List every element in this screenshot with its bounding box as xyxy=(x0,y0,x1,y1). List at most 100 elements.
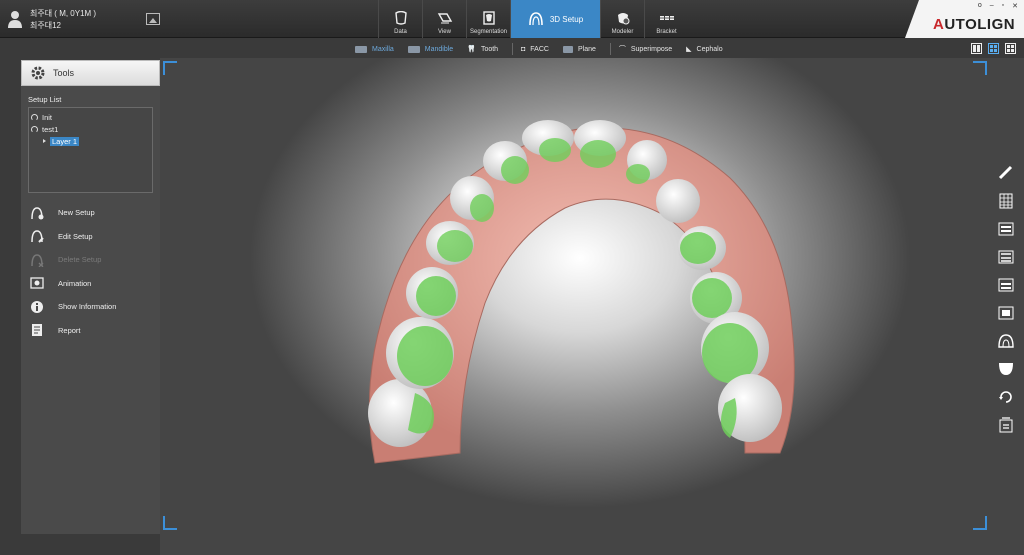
toggle-mandible[interactable]: Mandible xyxy=(407,45,454,53)
edit-setup-label: Edit Setup xyxy=(58,231,93,241)
maxilla-icon xyxy=(355,45,367,53)
tools-title: Tools xyxy=(53,68,75,78)
help-button[interactable]: o xyxy=(978,2,982,10)
setup-list-item-layer1[interactable]: Layer 1 xyxy=(31,135,150,147)
setup-list-label: test1 xyxy=(42,124,59,134)
bottom-view-icon[interactable] xyxy=(997,277,1015,293)
viewport-corner-br xyxy=(973,516,987,530)
toggle-cephalo-label: Cephalo xyxy=(696,45,723,53)
dental-arch-model[interactable] xyxy=(160,58,1024,555)
top-bar: 최주대 ( M, 0Y1M ) 최주대12 Data View Segmenta… xyxy=(0,0,1024,38)
minimize-button[interactable]: – xyxy=(990,2,994,10)
tools-menu: New Setup Edit Setup Delete Setup Animat… xyxy=(21,201,160,342)
data-icon xyxy=(394,11,407,25)
export-icon[interactable] xyxy=(997,417,1015,433)
tools-panel: Tools Setup List Init test1 Layer 1 New … xyxy=(21,60,160,534)
delete-setup-icon xyxy=(30,253,44,267)
setup-list: Init test1 Layer 1 xyxy=(28,107,153,193)
toggle-maxilla[interactable]: Maxilla xyxy=(355,45,394,53)
show-information-button[interactable]: Show Information xyxy=(21,295,160,319)
toggle-maxilla-label: Maxilla xyxy=(372,45,394,53)
plane-icon xyxy=(562,45,573,53)
view-toolbar: Maxilla Mandible 🦷 Tooth ◘ FACC Plane ⌒ Sup… xyxy=(355,42,737,56)
tab-data[interactable]: Data xyxy=(378,0,422,38)
tab-segmentation[interactable]: Segmentation xyxy=(466,0,510,38)
superimpose-icon: ⌒ xyxy=(618,46,626,53)
show-information-label: Show Information xyxy=(58,302,117,312)
top-view-icon[interactable] xyxy=(997,249,1015,265)
report-button[interactable]: Report xyxy=(21,319,160,343)
3d-viewport[interactable] xyxy=(160,58,1024,555)
patient-avatar-icon xyxy=(8,11,22,28)
segmentation-icon xyxy=(482,11,495,25)
split-view-icon[interactable] xyxy=(971,43,982,54)
toggle-cephalo[interactable]: ◣ Cephalo xyxy=(686,45,723,54)
right-toolbar xyxy=(997,165,1015,433)
setup-list-label: Layer 1 xyxy=(50,136,80,146)
tab-3d-setup[interactable]: 3D Setup xyxy=(510,0,600,38)
new-setup-icon xyxy=(30,206,44,220)
tab-modeler-label: Modeler xyxy=(611,29,634,35)
gear-icon xyxy=(31,66,45,80)
expand-arrow-icon xyxy=(43,139,46,143)
modeler-icon xyxy=(617,13,629,25)
side-view-icon[interactable] xyxy=(997,305,1015,321)
tab-3d-setup-label: 3D Setup xyxy=(549,14,584,24)
viewport-corner-bl xyxy=(163,516,177,530)
toggle-facc-label: FACC xyxy=(530,45,549,53)
ruler-icon[interactable] xyxy=(997,165,1015,181)
close-button[interactable]: ✕ xyxy=(1012,2,1018,10)
restore-button[interactable]: ▫ xyxy=(1002,2,1004,10)
divider xyxy=(512,43,514,55)
tab-view-label: View xyxy=(438,29,451,35)
front-view-icon[interactable] xyxy=(997,221,1015,237)
delete-setup-label: Delete Setup xyxy=(58,255,102,265)
toggle-tooth-label: Tooth xyxy=(480,45,499,53)
toggle-plane[interactable]: Plane xyxy=(562,45,596,53)
tooth-icon: 🦷 xyxy=(467,46,476,53)
new-setup-button[interactable]: New Setup xyxy=(21,201,160,225)
lower-arch-icon[interactable] xyxy=(997,361,1015,377)
bracket-icon xyxy=(659,16,674,20)
grid-icon[interactable] xyxy=(997,193,1015,209)
image-icon[interactable] xyxy=(146,13,160,25)
brand-text: AUTOLIGN xyxy=(933,16,1016,33)
animation-icon xyxy=(30,276,44,290)
animation-button[interactable]: Animation xyxy=(21,272,160,296)
info-icon xyxy=(30,300,44,314)
module-tabs: Data View Segmentation 3D Setup Modeler … xyxy=(378,0,688,38)
delete-setup-button[interactable]: Delete Setup xyxy=(21,248,160,272)
quad-view-active-icon[interactable] xyxy=(988,43,999,54)
quad-view-icon[interactable] xyxy=(1005,43,1016,54)
toggle-tooth[interactable]: 🦷 Tooth xyxy=(467,45,499,54)
tab-bracket[interactable]: Bracket xyxy=(644,0,688,38)
window-controls: o – ▫ ✕ xyxy=(978,2,1018,10)
edit-setup-button[interactable]: Edit Setup xyxy=(21,225,160,249)
tab-bracket-label: Bracket xyxy=(656,29,677,35)
toggle-mandible-label: Mandible xyxy=(424,45,454,53)
autolign-logo: o – ▫ ✕ AUTOLIGN xyxy=(905,0,1024,38)
tab-modeler[interactable]: Modeler xyxy=(600,0,644,38)
tab-segmentation-label: Segmentation xyxy=(469,29,508,35)
viewport-corner-tr xyxy=(973,61,987,75)
tools-header[interactable]: Tools xyxy=(21,60,160,86)
arch-icon xyxy=(529,12,543,26)
rotate-icon[interactable] xyxy=(997,389,1015,405)
toggle-facc[interactable]: ◘ FACC xyxy=(521,46,549,53)
tab-data-label: Data xyxy=(394,29,407,35)
new-setup-label: New Setup xyxy=(58,208,95,218)
upper-arch-icon[interactable] xyxy=(997,333,1015,349)
facc-icon: ◘ xyxy=(521,45,526,53)
setup-list-title: Setup List xyxy=(28,95,62,104)
setup-list-item-test1[interactable]: test1 xyxy=(31,123,150,135)
tab-view[interactable]: View xyxy=(422,0,466,38)
report-label: Report xyxy=(58,325,81,335)
arch-icon xyxy=(31,113,38,121)
setup-list-item-init[interactable]: Init xyxy=(31,111,150,123)
report-icon xyxy=(30,323,44,337)
edit-setup-icon xyxy=(30,229,44,243)
toggle-superimpose[interactable]: ⌒ Superimpose xyxy=(619,44,672,54)
view-layout-switcher xyxy=(971,43,1016,54)
viewport-corner-tl xyxy=(163,61,177,75)
patient-info[interactable]: 최주대 ( M, 0Y1M ) 최주대12 xyxy=(8,8,96,32)
